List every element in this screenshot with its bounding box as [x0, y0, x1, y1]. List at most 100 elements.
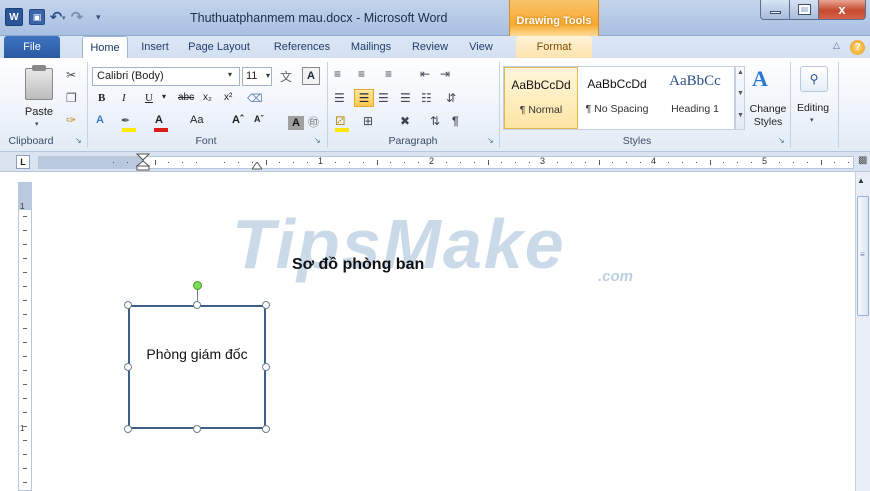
asian-layout-icon[interactable]: ✖ [400, 114, 410, 128]
grow-font-button[interactable]: Aˆ [232, 114, 244, 132]
watermark-suffix: .com [598, 268, 634, 285]
help-icon[interactable]: ? [850, 40, 865, 55]
word-logo-icon[interactable]: W [5, 8, 23, 26]
bold-button[interactable]: B [98, 92, 105, 110]
superscript-button[interactable]: x² [224, 92, 232, 110]
ruler-tick [154, 160, 156, 165]
maximize-button[interactable] [789, 0, 819, 20]
tab-selector[interactable]: L [16, 155, 30, 169]
format-painter-icon[interactable]: ✑ [66, 113, 76, 127]
tab-view[interactable]: View [464, 36, 498, 58]
editing-button[interactable]: Editing [793, 102, 833, 114]
gallery-up-icon[interactable]: ▲ [737, 69, 744, 76]
ruler-number: 2 [429, 156, 435, 166]
rotation-handle[interactable] [193, 281, 202, 290]
clipboard-launcher-icon[interactable]: ↘ [75, 136, 84, 145]
font-name-combo[interactable]: Calibri (Body) [92, 67, 240, 86]
multilevel-list-icon[interactable]: ≡ [385, 67, 392, 81]
tab-page-layout[interactable]: Page Layout [183, 36, 255, 58]
distributed-icon[interactable]: ☷ [421, 91, 432, 105]
font-launcher-icon[interactable]: ↘ [314, 136, 323, 145]
eraser-clear-format-icon[interactable]: ⌫ [247, 92, 263, 110]
justify-icon[interactable]: ☰ [400, 91, 411, 105]
style-heading-1[interactable]: AaBbCс Heading 1 [656, 67, 734, 129]
change-styles-icon[interactable]: A [752, 66, 768, 92]
bullets-icon[interactable]: ≡ [334, 67, 341, 81]
align-center-icon[interactable]: ☰ [354, 89, 374, 107]
paste-icon[interactable] [25, 68, 53, 100]
style-normal[interactable]: AaBbCcDd ¶ Normal [504, 67, 578, 129]
enclose-characters-icon[interactable]: ㊞ [308, 114, 319, 132]
resize-handle-nw[interactable] [124, 301, 132, 309]
resize-handle-n[interactable] [193, 301, 201, 309]
underline-button[interactable]: U [145, 92, 153, 110]
align-right-icon[interactable]: ☰ [378, 91, 389, 105]
styles-launcher-icon[interactable]: ↘ [778, 136, 787, 145]
quick-access-customize-icon[interactable]: ▾ [96, 12, 106, 22]
undo-dropdown-icon[interactable]: ▾ [62, 14, 68, 22]
right-indent-marker-icon[interactable] [252, 162, 262, 170]
indent-marker-icon[interactable] [136, 153, 150, 171]
close-button[interactable]: x [818, 0, 866, 20]
line-spacing-icon[interactable]: ⇵ [446, 91, 456, 105]
close-icon: x [838, 2, 846, 17]
resize-handle-ne[interactable] [262, 301, 270, 309]
show-formatting-icon[interactable]: ¶ [452, 114, 459, 128]
minimize-ribbon-icon[interactable]: △ [833, 40, 845, 54]
tab-format[interactable]: Format [516, 36, 592, 58]
style-no-spacing[interactable]: AaBbCcDd ¶ No Spacing [579, 67, 655, 129]
document-heading[interactable]: Sơ đồ phòng ban [292, 256, 424, 274]
minimize-button[interactable] [760, 0, 790, 20]
scroll-up-icon[interactable]: ▲ [857, 176, 865, 185]
font-size-dropdown-icon[interactable]: ▾ [266, 71, 270, 80]
view-ruler-icon[interactable]: ▩ [858, 155, 870, 169]
text-effects-icon[interactable]: A [96, 114, 104, 132]
find-icon[interactable]: ⚲ [800, 66, 828, 92]
resize-handle-sw[interactable] [124, 425, 132, 433]
tab-references[interactable]: References [268, 36, 336, 58]
save-icon[interactable]: ▣ [29, 9, 45, 25]
cut-icon[interactable]: ✂ [66, 68, 76, 82]
shape-text[interactable]: Phòng giám đốc [128, 346, 266, 362]
sort-icon[interactable]: ⇅ [430, 114, 440, 128]
paragraph-launcher-icon[interactable]: ↘ [487, 136, 496, 145]
resize-handle-se[interactable] [262, 425, 270, 433]
selected-shape[interactable] [128, 305, 266, 429]
gallery-down-icon[interactable]: ▼ [737, 90, 744, 97]
borders-icon[interactable]: ⊞ [363, 114, 373, 128]
font-name-dropdown-icon[interactable]: ▾ [228, 70, 232, 79]
change-case-button[interactable]: Aa [190, 114, 203, 132]
tab-file[interactable]: File [4, 36, 60, 58]
numbering-icon[interactable]: ≡ [358, 67, 365, 81]
tab-insert[interactable]: Insert [136, 36, 174, 58]
italic-button[interactable]: I [122, 92, 126, 110]
resize-handle-s[interactable] [193, 425, 201, 433]
paragraph-shading-icon[interactable]: ⚂ [335, 114, 345, 128]
ruler-tick [612, 162, 614, 163]
character-shading-button[interactable]: A [288, 116, 304, 130]
paste-button[interactable]: Paste [22, 106, 56, 118]
tab-home[interactable]: Home [82, 36, 128, 59]
shrink-font-button[interactable]: Aˇ [254, 114, 264, 132]
phonetic-guide-icon[interactable]: 文 [280, 68, 292, 85]
vertical-ruler-tick [23, 230, 27, 231]
character-border-button[interactable]: A [302, 67, 320, 85]
copy-icon[interactable]: ❐ [66, 91, 77, 105]
subscript-button[interactable]: x₂ [203, 92, 212, 110]
gallery-more-icon[interactable]: ▼ [737, 112, 744, 119]
redo-icon[interactable]: ↷ [70, 9, 84, 26]
align-left-icon[interactable]: ☰ [334, 91, 345, 105]
tab-mailings[interactable]: Mailings [346, 36, 396, 58]
editing-dropdown-icon[interactable]: ▾ [810, 116, 814, 124]
tab-review[interactable]: Review [409, 36, 451, 58]
change-styles-button[interactable]: Change Styles [744, 103, 792, 129]
paste-dropdown-icon[interactable]: ▾ [35, 120, 39, 128]
decrease-indent-icon[interactable]: ⇤ [420, 67, 430, 81]
resize-handle-e[interactable] [262, 363, 270, 371]
increase-indent-icon[interactable]: ⇥ [440, 67, 450, 81]
strikethrough-button[interactable]: abc [178, 92, 194, 110]
resize-handle-w[interactable] [124, 363, 132, 371]
undo-icon[interactable]: ↶ [49, 9, 63, 26]
style-preview: AaBbCcDd [511, 78, 571, 92]
underline-dropdown-icon[interactable]: ▾ [162, 92, 166, 110]
